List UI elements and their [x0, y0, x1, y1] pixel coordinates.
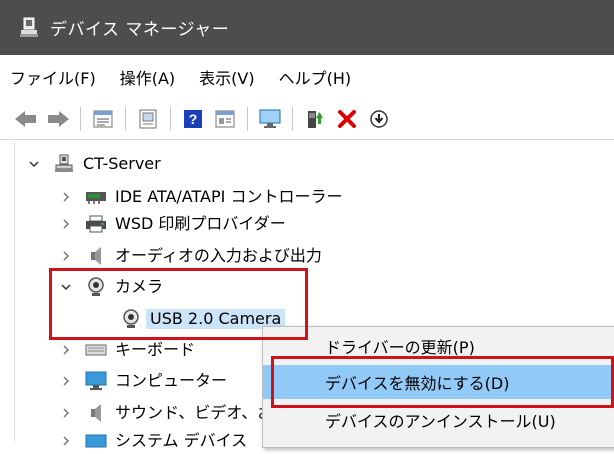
- speaker-icon: [85, 246, 107, 266]
- toolbar-separator: [247, 107, 248, 131]
- context-uninstall-device[interactable]: デバイスのアンインストール(U): [263, 403, 614, 437]
- chevron-right-icon[interactable]: [59, 434, 73, 448]
- camera-icon: [85, 277, 107, 297]
- tree-root-label: CT-Server: [83, 154, 161, 173]
- computer-tree-icon: [53, 154, 75, 174]
- tree-item-audio[interactable]: オーディオの入力および出力: [59, 243, 322, 269]
- ide-controller-icon: [85, 187, 107, 207]
- toolbar-separator: [125, 107, 126, 131]
- show-hidden-icon[interactable]: [136, 107, 160, 131]
- computer-icon: [85, 371, 107, 391]
- chevron-down-icon[interactable]: [27, 157, 41, 171]
- device-manager-icon: [18, 17, 40, 39]
- chevron-right-icon[interactable]: [59, 406, 73, 420]
- menu-bar: ファイル(F) 操作(A) 表示(V) ヘルプ(H): [0, 55, 614, 99]
- toolbar-separator: [170, 107, 171, 131]
- chevron-right-icon[interactable]: [59, 190, 73, 204]
- keyboard-icon: [85, 340, 107, 360]
- context-item-label: デバイスを無効にする(D): [325, 374, 510, 393]
- tree-item-keyboard[interactable]: キーボード: [59, 337, 195, 363]
- tree-item-label: オーディオの入力および出力: [115, 246, 322, 265]
- menu-action[interactable]: 操作(A): [120, 65, 175, 89]
- tree-item-system[interactable]: システム デバイス: [59, 428, 247, 454]
- tree-item-label: カメラ: [115, 277, 164, 296]
- context-item-label: デバイスのアンインストール(U): [325, 412, 556, 431]
- sound-icon: [85, 403, 107, 423]
- uninstall-x-icon[interactable]: [335, 107, 359, 131]
- tree-item-label: キーボード: [115, 340, 196, 359]
- toolbar-separator: [80, 107, 81, 131]
- toolbar: ?: [0, 99, 614, 140]
- webcam-icon: [120, 309, 142, 329]
- svg-text:?: ?: [189, 111, 198, 127]
- tree-item-wsd[interactable]: WSD 印刷プロバイダー: [59, 211, 286, 237]
- help-icon[interactable]: ?: [181, 107, 205, 131]
- tree-item-label: IDE ATA/ATAPI コントローラー: [115, 187, 343, 206]
- context-menu: ドライバーの更新(P) デバイスを無効にする(D) デバイスのアンインストール(…: [262, 326, 614, 448]
- tree-item-sound[interactable]: サウンド、ビデオ、およ: [59, 400, 289, 426]
- forward-arrow-icon[interactable]: [46, 107, 70, 131]
- menu-view[interactable]: 表示(V): [199, 65, 254, 89]
- printer-icon: [85, 214, 107, 234]
- tree-item-ide[interactable]: IDE ATA/ATAPI コントローラー: [59, 184, 342, 210]
- menu-file[interactable]: ファイル(F): [10, 65, 96, 89]
- toolbar-separator: [292, 107, 293, 131]
- title-bar: デバイス マネージャー: [0, 0, 614, 55]
- system-device-icon: [85, 431, 107, 451]
- window-title: デバイス マネージャー: [50, 20, 230, 40]
- context-update-driver[interactable]: ドライバーの更新(P): [263, 329, 614, 363]
- back-arrow-icon[interactable]: [14, 107, 38, 131]
- properties-icon[interactable]: [91, 107, 115, 131]
- tree-item-computer[interactable]: コンピューター: [59, 368, 227, 394]
- tree-item-camera[interactable]: カメラ: [59, 274, 163, 300]
- view-icon[interactable]: [213, 107, 237, 131]
- monitor-icon[interactable]: [258, 107, 282, 131]
- tree-item-label: WSD 印刷プロバイダー: [115, 214, 286, 233]
- menu-help[interactable]: ヘルプ(H): [279, 65, 352, 89]
- context-item-label: ドライバーの更新(P): [325, 338, 475, 357]
- tree-item-label: システム デバイス: [115, 431, 248, 450]
- chevron-right-icon[interactable]: [59, 374, 73, 388]
- chevron-right-icon[interactable]: [59, 343, 73, 357]
- tree-root-row[interactable]: CT-Server: [27, 151, 161, 177]
- tree-item-label: コンピューター: [115, 371, 228, 390]
- chevron-right-icon[interactable]: [59, 249, 73, 263]
- chevron-right-icon[interactable]: [59, 217, 73, 231]
- chevron-down-icon[interactable]: [59, 280, 73, 294]
- context-disable-device[interactable]: デバイスを無効にする(D): [263, 365, 614, 399]
- tree-item-usb-camera[interactable]: USB 2.0 Camera: [120, 306, 286, 332]
- update-driver-icon[interactable]: [303, 107, 327, 131]
- download-circle-icon[interactable]: [367, 107, 391, 131]
